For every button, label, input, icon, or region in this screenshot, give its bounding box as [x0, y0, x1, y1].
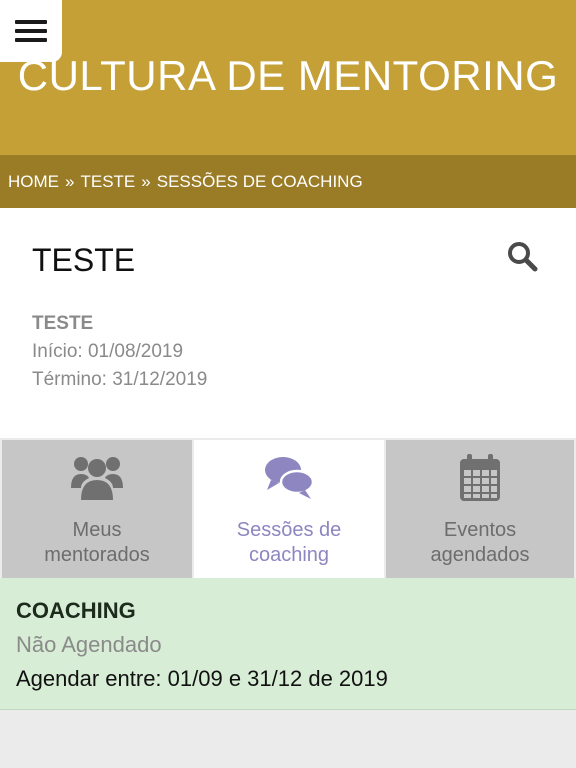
breadcrumb-separator: »	[141, 172, 151, 191]
tab-label: Meus	[72, 519, 122, 541]
calendar-icon	[460, 454, 500, 501]
program-title: TESTE	[32, 242, 136, 278]
breadcrumb: HOME » TESTE » SESSÕES DE COACHING	[0, 155, 576, 208]
program-end-date: Término: 31/12/2019	[32, 369, 208, 390]
app-header: CULTURA DE MENTORING	[0, 0, 576, 155]
tab-label: mentorados	[44, 544, 150, 566]
search-button[interactable]	[506, 240, 538, 272]
program-start-date: Início: 01/08/2019	[32, 341, 184, 362]
breadcrumb-separator: »	[65, 172, 75, 191]
breadcrumb-program[interactable]: TESTE	[80, 172, 135, 191]
session-title: COACHING	[16, 598, 136, 623]
tab-bar: Meus mentorados Sessões de coaching Even…	[0, 438, 576, 578]
tab-sessoes-de-coaching[interactable]: Sessões de coaching	[194, 440, 384, 578]
program-name: TESTE	[32, 313, 94, 334]
search-icon	[508, 242, 538, 272]
program-info-card: TESTE TESTE Início: 01/08/2019 Término: …	[0, 208, 576, 438]
tab-label: Eventos	[443, 519, 517, 541]
tab-label: agendados	[430, 544, 530, 566]
tab-label: Sessões de	[236, 519, 342, 541]
hamburger-menu-icon	[15, 20, 47, 42]
tab-meus-mentorados[interactable]: Meus mentorados	[2, 440, 192, 578]
session-status: Não Agendado	[16, 632, 162, 657]
tab-eventos-agendados[interactable]: Eventos agendados	[386, 440, 574, 578]
users-icon	[71, 457, 123, 500]
chat-bubbles-icon	[265, 457, 315, 499]
app-title: CULTURA DE MENTORING	[17, 52, 559, 99]
tab-label: coaching	[248, 544, 330, 566]
session-schedule-range: Agendar entre: 01/09 e 31/12 de 2019	[16, 666, 388, 691]
breadcrumb-current: SESSÕES DE COACHING	[156, 172, 363, 191]
breadcrumb-home[interactable]: HOME	[8, 172, 59, 191]
session-item[interactable]: COACHING Não Agendado Agendar entre: 01/…	[0, 578, 576, 710]
